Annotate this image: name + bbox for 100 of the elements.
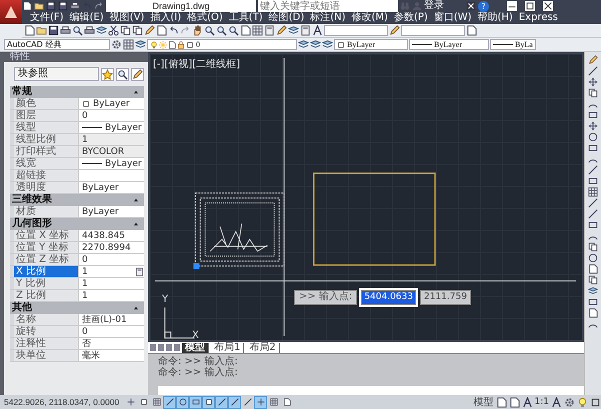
layers-icon[interactable]	[310, 39, 321, 50]
property-value[interactable]: 1	[78, 278, 144, 289]
layer-dropdown[interactable]: 0	[147, 39, 297, 50]
copy-icon[interactable]	[588, 242, 598, 252]
grip-handle[interactable]	[193, 263, 200, 269]
pencil-icon[interactable]	[131, 68, 144, 80]
rectangle-icon[interactable]	[588, 297, 598, 307]
magnifier-icon[interactable]	[228, 25, 239, 36]
property-label[interactable]: Y 比例	[14, 278, 78, 289]
property-value[interactable]: 1	[78, 266, 144, 277]
property-label[interactable]: X 比例	[14, 266, 78, 277]
property-value[interactable]: 否	[78, 338, 144, 349]
model-space-button[interactable]: 模型	[474, 395, 494, 409]
layers-icon[interactable]	[135, 39, 146, 50]
property-label[interactable]: 超链接	[14, 170, 78, 181]
calculator-icon[interactable]	[264, 25, 275, 36]
property-label[interactable]: 透明度	[14, 182, 78, 193]
scissors-icon[interactable]	[108, 25, 119, 36]
rectangle-icon[interactable]	[588, 143, 598, 153]
property-value[interactable]: 0	[78, 326, 144, 337]
property-label[interactable]: 颜色	[14, 98, 78, 109]
text-a-icon[interactable]	[551, 396, 562, 408]
text-a-icon[interactable]	[522, 396, 533, 408]
layers-icon[interactable]	[588, 286, 598, 296]
status-toggle-button[interactable]	[190, 396, 202, 408]
grid-icon[interactable]	[588, 187, 598, 197]
printer-icon[interactable]	[70, 1, 80, 11]
property-label[interactable]: 位置 Z 坐标	[14, 254, 78, 265]
menu-item[interactable]: 帮助(H)	[478, 12, 513, 24]
property-value[interactable]: ByLayer	[78, 158, 144, 169]
magnifier-icon[interactable]	[216, 25, 227, 36]
status-toggle-button[interactable]	[203, 396, 214, 408]
line-icon[interactable]	[588, 66, 598, 76]
linetype-dropdown[interactable]: ByLayer	[409, 39, 489, 50]
annotation-scale-button[interactable]: 1:1	[534, 397, 549, 407]
property-label[interactable]: 位置 X 坐标	[14, 230, 78, 241]
gear-icon[interactable]	[564, 396, 575, 408]
rectangle-icon[interactable]	[588, 220, 598, 230]
line-icon[interactable]	[588, 198, 598, 208]
status-toggle-button[interactable]	[151, 396, 162, 408]
property-label[interactable]: 图层	[14, 110, 78, 121]
coordinate-input-field[interactable]: 2111.759	[420, 290, 471, 305]
minimize-icon[interactable]	[507, 1, 517, 11]
calculator-icon[interactable]	[300, 25, 311, 36]
search-field[interactable]: 键入关键字或短语	[258, 0, 398, 12]
status-toggle-button[interactable]	[255, 396, 266, 408]
property-value[interactable]: 0	[78, 254, 144, 265]
line-icon[interactable]	[588, 209, 598, 219]
property-label[interactable]: 注释性	[14, 338, 78, 349]
menu-item[interactable]: 绘图(D)	[268, 12, 304, 24]
layers-icon[interactable]	[298, 39, 309, 50]
circle-icon[interactable]	[588, 132, 598, 142]
property-value[interactable]: 4438.845	[78, 230, 144, 241]
property-value[interactable]: 2270.8994	[78, 242, 144, 253]
status-toggle-button[interactable]	[268, 396, 280, 408]
magnifier-icon[interactable]	[204, 25, 215, 36]
pencil-icon[interactable]	[588, 55, 598, 65]
viewport-label[interactable]: [-][俯视][二维线框]	[153, 57, 240, 71]
copy-icon[interactable]	[120, 25, 131, 36]
menu-item[interactable]: 工具(T)	[228, 12, 263, 24]
maximize-icon[interactable]	[525, 1, 535, 11]
redo-arrow-icon[interactable]	[94, 1, 104, 11]
menu-item[interactable]: Express	[518, 12, 558, 24]
color-dropdown[interactable]: ByLayer	[334, 39, 408, 50]
move-icon[interactable]	[588, 121, 598, 131]
hand-icon[interactable]	[192, 25, 203, 36]
help-button[interactable]: ?	[478, 0, 489, 12]
magnifier-icon[interactable]	[116, 68, 129, 80]
object-type-dropdown[interactable]: 块参照	[14, 67, 99, 81]
section-header[interactable]: 其他	[10, 302, 144, 314]
property-label[interactable]: 旋转	[14, 326, 78, 337]
layout-tab[interactable]: 布局2	[246, 342, 280, 352]
document-icon[interactable]	[588, 264, 598, 274]
menu-item[interactable]: 编辑(E)	[70, 12, 104, 24]
menu-item[interactable]: 插入(I)	[150, 12, 182, 24]
undo-arrow-icon[interactable]	[168, 25, 179, 36]
property-label[interactable]: 线型比例	[14, 134, 78, 145]
menu-item[interactable]: 修改(M)	[352, 12, 388, 24]
property-label[interactable]: Z 比例	[14, 290, 78, 301]
maximize-icon[interactable]	[590, 396, 601, 408]
move-icon[interactable]	[588, 77, 598, 87]
drawing-area[interactable]: [-][俯视][二维线框] Y X >> 输入点: 5404.0633 2111.759	[148, 52, 584, 342]
star-icon[interactable]	[101, 68, 114, 80]
rectangle-icon[interactable]	[588, 110, 598, 120]
exchange-icon[interactable]	[466, 1, 476, 11]
picture-block-drawing[interactable]	[194, 192, 285, 267]
property-value[interactable]: ByLayer	[78, 206, 144, 217]
magnifier-icon[interactable]	[72, 25, 83, 36]
property-value[interactable]: ByLayer	[78, 182, 144, 193]
status-toggle-button[interactable]	[177, 396, 188, 408]
close-icon[interactable]	[543, 1, 553, 11]
line-icon[interactable]	[588, 165, 598, 175]
layers-icon[interactable]	[288, 25, 299, 36]
menu-item[interactable]: 参数(P)	[394, 12, 428, 24]
section-header[interactable]: 几何图形	[10, 218, 144, 230]
layers-icon[interactable]	[322, 39, 333, 50]
layers-icon[interactable]	[96, 25, 107, 36]
section-header[interactable]: 三维效果	[10, 194, 144, 206]
status-toggle-button[interactable]	[164, 396, 176, 408]
circle-icon[interactable]	[588, 253, 598, 263]
